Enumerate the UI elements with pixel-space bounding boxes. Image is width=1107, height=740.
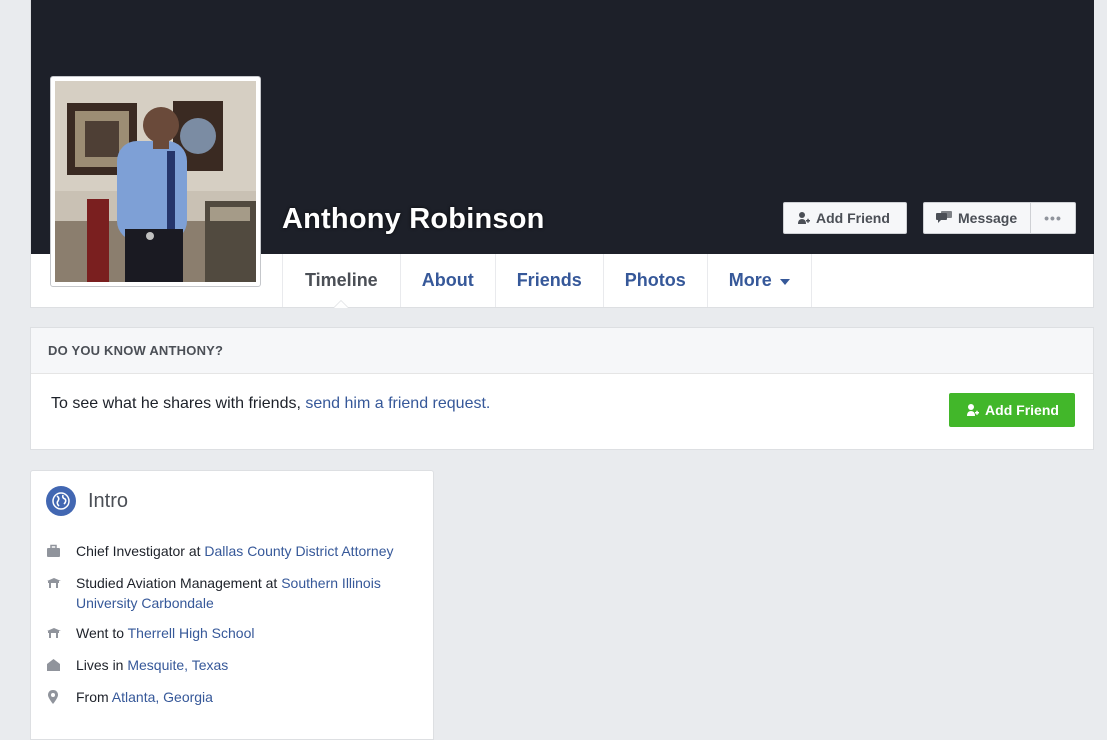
intro-link-employer[interactable]: Dallas County District Attorney [204,543,393,559]
profile-tabs: Timeline About Friends Photos More [282,254,812,308]
intro-link-lives[interactable]: Mesquite, Texas [127,657,228,673]
tab-friends[interactable]: Friends [496,254,604,307]
tab-more[interactable]: More [708,254,812,307]
add-friend-label: Add Friend [816,210,890,226]
profile-picture[interactable] [55,81,256,282]
more-options-button[interactable]: ••• [1030,202,1076,234]
caret-down-icon [779,278,790,285]
add-friend-green-button[interactable]: Add Friend [949,393,1075,427]
tab-photos[interactable]: Photos [604,254,708,307]
intro-item-highschool: Went to Therrell High School [46,623,416,645]
school-icon [46,623,76,645]
intro-header: Intro [46,486,128,516]
message-label: Message [958,210,1018,226]
profile-picture-frame[interactable] [50,76,261,287]
intro-link-highschool[interactable]: Therrell High School [128,625,255,641]
add-friend-icon [967,404,980,416]
intro-title: Intro [88,489,129,512]
intro-item-college: Studied Aviation Management at Southern … [46,573,416,613]
school-icon [46,573,76,613]
add-friend-button[interactable]: Add Friend [783,202,907,234]
tab-about[interactable]: About [401,254,496,307]
briefcase-icon [46,541,76,563]
intro-item-lives: Lives in Mesquite, Texas [46,655,416,677]
pin-icon [46,687,76,710]
globe-icon [46,486,76,516]
add-friend-icon [798,212,810,224]
more-dots-icon: ••• [1044,210,1062,226]
do-you-know-heading: DO YOU KNOW ANTHONY? [31,328,1093,374]
intro-item-work: Chief Investigator at Dallas County Dist… [46,541,416,563]
profile-name[interactable]: Anthony Robinson [282,203,545,236]
tab-timeline[interactable]: Timeline [283,254,401,308]
do-you-know-text: To see what he shares with friends, send… [51,395,491,412]
message-icon [936,211,952,223]
profile-header: Anthony Robinson Add Friend Message ••• … [30,0,1094,308]
home-icon [46,655,76,677]
send-friend-request-link[interactable]: send him a friend request. [305,395,490,412]
do-you-know-card: DO YOU KNOW ANTHONY? To see what he shar… [30,327,1094,450]
intro-item-from: From Atlanta, Georgia [46,687,416,710]
intro-card: Intro Chief Investigator at Dallas Count… [30,470,434,740]
message-button[interactable]: Message [923,202,1031,234]
intro-list: Chief Investigator at Dallas County Dist… [46,541,416,720]
intro-link-from[interactable]: Atlanta, Georgia [112,689,213,705]
